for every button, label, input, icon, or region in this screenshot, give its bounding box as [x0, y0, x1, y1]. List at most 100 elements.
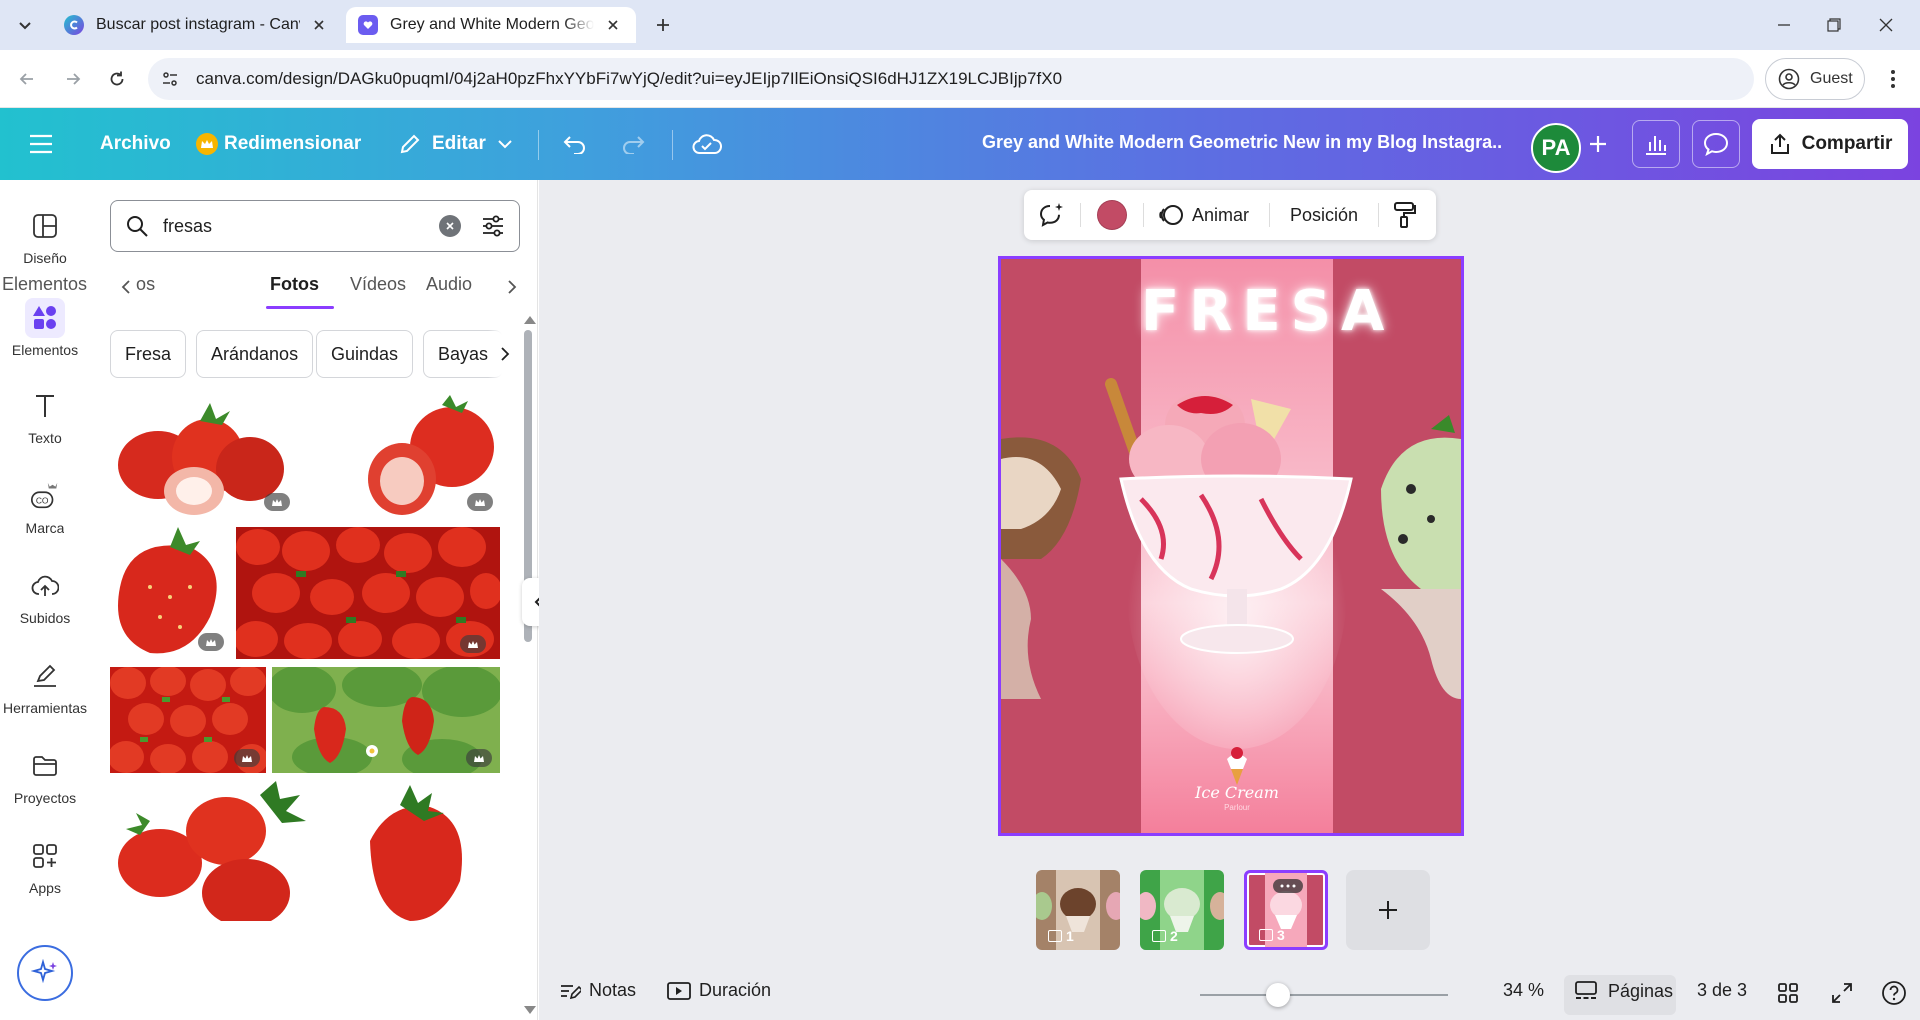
- crown-icon: [196, 133, 218, 155]
- chevron-down-icon: [498, 139, 512, 149]
- animate-icon: [1158, 203, 1184, 227]
- file-menu-button[interactable]: Archivo: [100, 122, 171, 166]
- rail-item-projects[interactable]: Proyectos: [0, 750, 90, 830]
- fill-color-swatch[interactable]: [1097, 200, 1127, 230]
- close-tab-icon[interactable]: [308, 14, 330, 36]
- browser-tab-canva-search[interactable]: Buscar post instagram - Canva: [52, 7, 342, 43]
- forward-icon[interactable]: [58, 64, 88, 94]
- premium-crown-icon: [234, 749, 260, 767]
- add-page-button[interactable]: [1346, 870, 1430, 950]
- browser-tab-design[interactable]: Grey and White Modern Geometric New in m…: [346, 7, 636, 43]
- undo-icon[interactable]: [562, 122, 592, 166]
- svg-text:CO: CO: [36, 496, 49, 506]
- site-info-icon[interactable]: [156, 65, 184, 93]
- duration-label: Duración: [699, 980, 772, 1000]
- grid-view-icon[interactable]: [1777, 982, 1799, 1004]
- magic-sparkle-icon[interactable]: [17, 945, 73, 1001]
- tab-search-button[interactable]: [10, 10, 40, 40]
- text-icon: [29, 390, 61, 422]
- close-tab-icon[interactable]: [602, 14, 624, 36]
- photo-strawberry-whole[interactable]: [330, 781, 500, 921]
- browser-menu-icon[interactable]: [1878, 64, 1908, 94]
- help-icon[interactable]: [1881, 980, 1907, 1006]
- design-logo-text[interactable]: Ice Cream: [1141, 783, 1333, 802]
- profile-label: Guest: [1810, 70, 1853, 87]
- search-input[interactable]: fresas: [110, 200, 520, 252]
- photo-strawberry-closeup[interactable]: [110, 667, 266, 773]
- rail-item-tools[interactable]: Herramientas: [0, 660, 90, 740]
- rail-label: Apps: [29, 880, 61, 896]
- rail-item-elements[interactable]: Elementos: [0, 298, 90, 378]
- premium-crown-icon: [264, 493, 290, 511]
- cloud-saved-icon[interactable]: [692, 122, 724, 166]
- zoom-level[interactable]: 34 %: [1503, 980, 1544, 1001]
- share-label: Compartir: [1801, 133, 1893, 154]
- close-window-icon[interactable]: [1872, 12, 1900, 38]
- search-value: fresas: [163, 215, 213, 236]
- page-number: 3: [1277, 927, 1285, 943]
- ai-edit-chat-icon[interactable]: [1038, 202, 1066, 228]
- tab-audio[interactable]: Audio: [426, 274, 472, 295]
- profile-button[interactable]: Guest: [1765, 58, 1865, 100]
- pages-view-button[interactable]: Páginas: [1574, 980, 1673, 1002]
- page-counter[interactable]: 3 de 3: [1697, 980, 1747, 1001]
- chip-fresa[interactable]: Fresa: [110, 330, 187, 378]
- scroll-down-icon[interactable]: [524, 1006, 536, 1014]
- photo-strawberry-field[interactable]: [236, 527, 500, 659]
- new-tab-icon[interactable]: [648, 10, 678, 40]
- editor-header: Archivo Redimensionar Editar Grey and Wh…: [0, 108, 1920, 180]
- draw-tools-icon: [29, 660, 61, 692]
- chip-guindas[interactable]: Guindas: [316, 330, 414, 378]
- page-more-options-icon[interactable]: [1273, 879, 1303, 893]
- share-button[interactable]: Compartir: [1752, 119, 1908, 169]
- invite-plus-icon[interactable]: [1574, 120, 1622, 168]
- animate-button[interactable]: Animar: [1158, 203, 1249, 227]
- photo-single-strawberry[interactable]: [110, 527, 232, 659]
- fullscreen-icon[interactable]: [1831, 982, 1853, 1004]
- document-title[interactable]: Grey and White Modern Geometric New in m…: [982, 132, 1502, 153]
- page-thumb-3[interactable]: 3: [1244, 870, 1328, 950]
- redo-icon[interactable]: [620, 122, 650, 166]
- rail-label: Subidos: [19, 610, 71, 626]
- photo-strawberry-plant[interactable]: [272, 667, 500, 773]
- photo-strawberries-pile[interactable]: [110, 395, 294, 519]
- photo-strawberry-halves[interactable]: [302, 395, 500, 519]
- premium-crown-icon: [467, 493, 493, 511]
- paint-roller-icon[interactable]: [1393, 201, 1417, 229]
- rail-item-brand[interactable]: CO Marca: [0, 480, 90, 560]
- chevron-left-icon[interactable]: [116, 276, 136, 298]
- reload-icon[interactable]: [102, 64, 132, 94]
- address-bar[interactable]: canva.com/design/DAGku0puqmI/04j2aH0pzFh…: [148, 58, 1754, 100]
- minimize-icon[interactable]: [1770, 12, 1798, 38]
- back-icon[interactable]: [12, 64, 42, 94]
- edit-mode-button[interactable]: Editar: [398, 122, 512, 166]
- rail-item-uploads[interactable]: Subidos: [0, 570, 90, 650]
- tab-videos[interactable]: Vídeos: [350, 274, 406, 295]
- filter-sliders-icon[interactable]: [479, 212, 507, 240]
- chevron-right-icon[interactable]: [488, 330, 520, 378]
- comments-icon[interactable]: [1692, 120, 1740, 168]
- design-page[interactable]: FRESA Ice Cream Parlour: [998, 256, 1464, 836]
- scroll-up-icon[interactable]: [524, 316, 536, 324]
- notes-button[interactable]: Notas: [559, 980, 636, 1001]
- page-thumb-1[interactable]: 1: [1036, 870, 1120, 950]
- photo-strawberries-cluster[interactable]: [110, 781, 324, 921]
- clear-search-icon[interactable]: [439, 215, 461, 237]
- tab-photos[interactable]: Fotos: [270, 274, 319, 295]
- toolbar-divider: [1080, 203, 1081, 227]
- position-button[interactable]: Posición: [1290, 205, 1358, 226]
- main-menu-icon[interactable]: [28, 122, 64, 166]
- premium-crown-icon: [198, 633, 224, 651]
- duration-button[interactable]: Duración: [667, 980, 771, 1001]
- rail-item-apps[interactable]: Apps: [0, 840, 90, 920]
- design-heading[interactable]: FRESA: [1141, 279, 1384, 344]
- resize-button[interactable]: Redimensionar: [196, 122, 361, 166]
- restore-icon[interactable]: [1820, 12, 1848, 38]
- chip-arandanos[interactable]: Arándanos: [196, 330, 314, 378]
- page-thumb-2[interactable]: 2: [1140, 870, 1224, 950]
- insights-chart-icon[interactable]: [1632, 120, 1680, 168]
- folder-icon: [29, 750, 61, 782]
- chevron-right-icon[interactable]: [502, 276, 522, 298]
- profile-icon: [1778, 68, 1800, 90]
- rail-item-text[interactable]: Texto: [0, 390, 90, 470]
